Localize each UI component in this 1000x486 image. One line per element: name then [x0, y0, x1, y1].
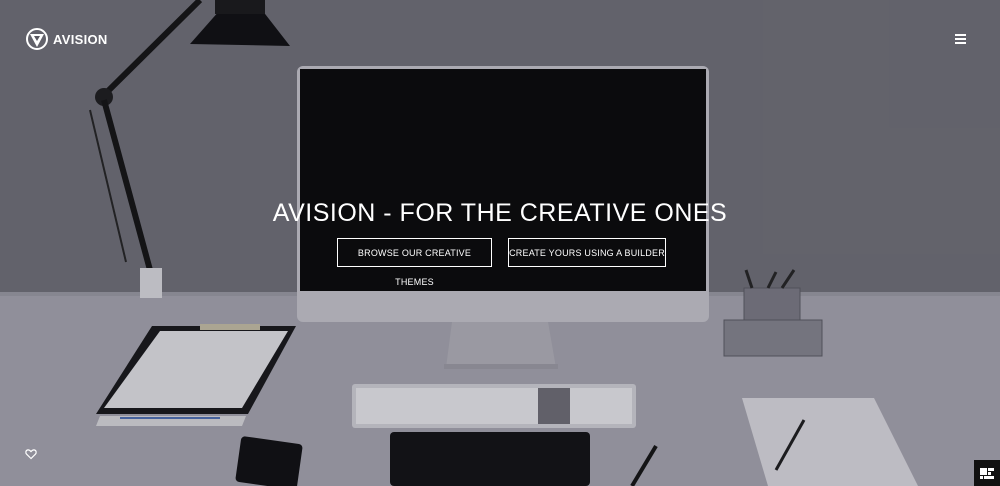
hero-title: AVISION - FOR THE CREATIVE ONES	[272, 199, 728, 227]
browse-themes-button[interactable]: BROWSE OUR CREATIVE THEMES	[337, 238, 492, 287]
keyboard	[352, 384, 636, 428]
create-with-builder-button[interactable]: CREATE YOURS USING A BUILDER	[508, 238, 666, 267]
triangle-shield-logo-icon	[26, 28, 48, 50]
grid-widget-icon	[980, 468, 994, 479]
tablet	[390, 432, 590, 486]
menu-line	[955, 42, 966, 44]
hamburger-menu-icon[interactable]	[955, 34, 967, 45]
phone	[235, 436, 303, 486]
site-header: AVISION	[0, 0, 1000, 80]
menu-line	[955, 38, 966, 40]
heart-icon[interactable]	[25, 448, 37, 460]
page: AVISION AVISION - FOR THE CREATIVE ONES …	[0, 0, 1000, 486]
corner-widget-button[interactable]	[974, 460, 1000, 486]
logo-link[interactable]: AVISION	[26, 28, 108, 50]
menu-line	[955, 34, 966, 36]
brand-name: AVISION	[53, 31, 108, 47]
